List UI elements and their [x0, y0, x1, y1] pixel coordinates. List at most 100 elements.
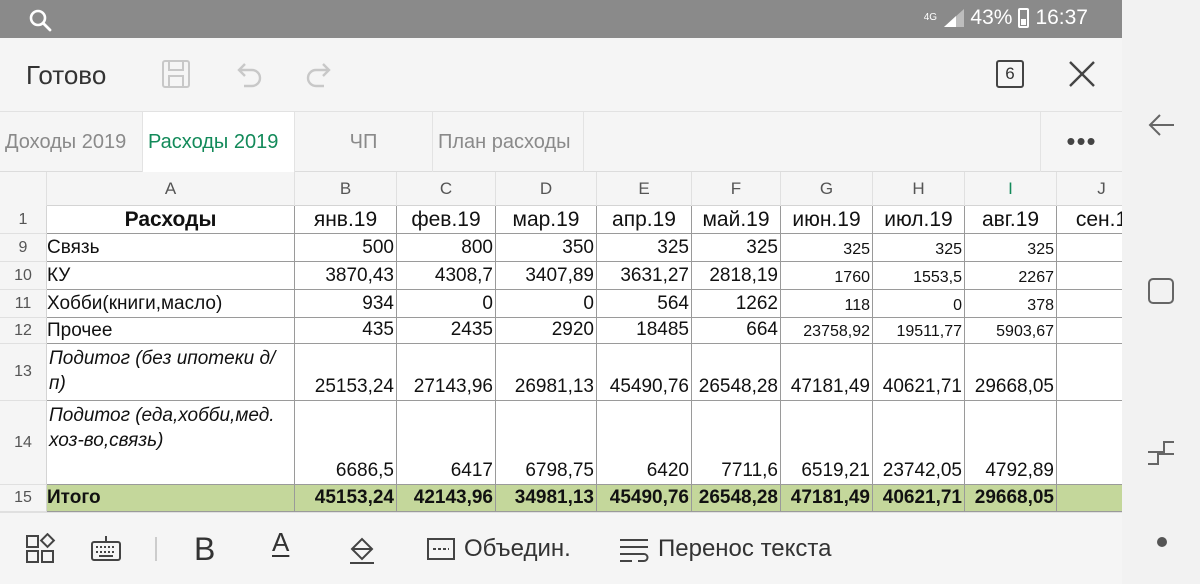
- value-cell[interactable]: [1057, 262, 1122, 290]
- home-icon[interactable]: [1146, 276, 1176, 306]
- value-cell[interactable]: [1057, 234, 1122, 262]
- value-cell[interactable]: 45490,76: [597, 485, 692, 512]
- column-header-j[interactable]: J: [1057, 172, 1122, 206]
- row-header[interactable]: 12: [0, 318, 47, 344]
- row-label-cell[interactable]: Прочее: [47, 318, 295, 344]
- merge-cells-button[interactable]: Объедин.: [426, 531, 571, 567]
- value-cell[interactable]: [1057, 344, 1122, 401]
- value-cell[interactable]: 45490,76: [597, 344, 692, 401]
- value-cell[interactable]: 6519,21: [781, 401, 873, 485]
- row-label-cell[interactable]: КУ: [47, 262, 295, 290]
- value-cell[interactable]: 6686,5: [295, 401, 397, 485]
- value-cell[interactable]: 45153,24: [295, 485, 397, 512]
- value-cell[interactable]: 5903,67: [965, 318, 1057, 344]
- redo-icon[interactable]: [304, 58, 336, 90]
- value-cell[interactable]: 325: [781, 234, 873, 262]
- tab-plan-expenses[interactable]: План расходы: [433, 112, 584, 172]
- month-header-cell[interactable]: янв.19: [295, 206, 397, 234]
- value-cell[interactable]: 19511,77: [873, 318, 965, 344]
- save-icon[interactable]: [160, 58, 192, 90]
- month-header-cell[interactable]: июн.19: [781, 206, 873, 234]
- close-icon[interactable]: [1066, 58, 1098, 90]
- tab-chp[interactable]: ЧП: [295, 112, 433, 172]
- row-header[interactable]: 13: [0, 344, 47, 401]
- done-button[interactable]: Готово: [26, 60, 106, 91]
- month-header-cell[interactable]: апр.19: [597, 206, 692, 234]
- value-cell[interactable]: 4308,7: [397, 262, 496, 290]
- value-cell[interactable]: 29668,05: [965, 485, 1057, 512]
- value-cell[interactable]: [1057, 290, 1122, 318]
- row-header[interactable]: 14: [0, 401, 47, 485]
- value-cell[interactable]: 42143,96: [397, 485, 496, 512]
- column-header-i[interactable]: I: [965, 172, 1057, 206]
- value-cell[interactable]: 23742,05: [873, 401, 965, 485]
- value-cell[interactable]: 3870,43: [295, 262, 397, 290]
- row-header[interactable]: 9: [0, 234, 47, 262]
- sheet-count-button[interactable]: 6: [996, 60, 1024, 88]
- value-cell[interactable]: 7711,6: [692, 401, 781, 485]
- month-header-cell[interactable]: авг.19: [965, 206, 1057, 234]
- value-cell[interactable]: 3407,89: [496, 262, 597, 290]
- value-cell[interactable]: 0: [397, 290, 496, 318]
- value-cell[interactable]: 40621,71: [873, 344, 965, 401]
- value-cell[interactable]: 325: [965, 234, 1057, 262]
- month-header-cell[interactable]: июл.19: [873, 206, 965, 234]
- value-cell[interactable]: 1760: [781, 262, 873, 290]
- value-cell[interactable]: 118: [781, 290, 873, 318]
- recents-icon[interactable]: [1146, 438, 1176, 468]
- cell-style-button[interactable]: [24, 531, 56, 567]
- row-header[interactable]: 11: [0, 290, 47, 318]
- value-cell[interactable]: 29668,05: [965, 344, 1057, 401]
- more-options-button[interactable]: •••: [1040, 112, 1122, 172]
- value-cell[interactable]: 0: [496, 290, 597, 318]
- value-cell[interactable]: 27143,96: [397, 344, 496, 401]
- fill-color-button[interactable]: [346, 531, 378, 567]
- month-header-cell[interactable]: сен.1: [1057, 206, 1122, 234]
- corner-cell[interactable]: [0, 172, 47, 206]
- value-cell[interactable]: 4792,89: [965, 401, 1057, 485]
- row-label-cell[interactable]: Подитог (без ипотеки д/п): [47, 344, 295, 401]
- row-label-cell[interactable]: Расходы: [47, 206, 295, 234]
- value-cell[interactable]: 1553,5: [873, 262, 965, 290]
- tab-income-2019[interactable]: Доходы 2019: [0, 112, 143, 172]
- value-cell[interactable]: 800: [397, 234, 496, 262]
- row-label-cell[interactable]: Связь: [47, 234, 295, 262]
- value-cell[interactable]: 40621,71: [873, 485, 965, 512]
- tab-expenses-2019[interactable]: Расходы 2019: [143, 112, 295, 172]
- value-cell[interactable]: 350: [496, 234, 597, 262]
- value-cell[interactable]: 47181,49: [781, 485, 873, 512]
- value-cell[interactable]: [1057, 318, 1122, 344]
- navbar-dot-icon[interactable]: [1156, 536, 1168, 548]
- column-header-f[interactable]: F: [692, 172, 781, 206]
- value-cell[interactable]: [1057, 401, 1122, 485]
- month-header-cell[interactable]: май.19: [692, 206, 781, 234]
- row-label-cell[interactable]: Итого: [47, 485, 295, 512]
- column-header-a[interactable]: A: [47, 172, 295, 206]
- value-cell[interactable]: 564: [597, 290, 692, 318]
- value-cell[interactable]: 6798,75: [496, 401, 597, 485]
- month-header-cell[interactable]: мар.19: [496, 206, 597, 234]
- value-cell[interactable]: 2818,19: [692, 262, 781, 290]
- spreadsheet-grid[interactable]: A B C D E F G H I J 1 Расходы янв.19 фев.19…: [0, 172, 1122, 512]
- value-cell[interactable]: 34981,13: [496, 485, 597, 512]
- value-cell[interactable]: 378: [965, 290, 1057, 318]
- value-cell[interactable]: 435: [295, 318, 397, 344]
- bold-button[interactable]: B: [194, 531, 215, 567]
- column-header-d[interactable]: D: [496, 172, 597, 206]
- value-cell[interactable]: 2267: [965, 262, 1057, 290]
- value-cell[interactable]: 2920: [496, 318, 597, 344]
- value-cell[interactable]: 325: [873, 234, 965, 262]
- row-label-cell[interactable]: Хобби(книги,масло): [47, 290, 295, 318]
- month-header-cell[interactable]: фев.19: [397, 206, 496, 234]
- search-icon[interactable]: [28, 8, 52, 32]
- back-icon[interactable]: [1146, 110, 1176, 140]
- keyboard-button[interactable]: [90, 531, 122, 567]
- font-color-button[interactable]: A: [272, 527, 289, 563]
- value-cell[interactable]: 3631,27: [597, 262, 692, 290]
- row-header[interactable]: 10: [0, 262, 47, 290]
- value-cell[interactable]: 26981,13: [496, 344, 597, 401]
- value-cell[interactable]: 26548,28: [692, 344, 781, 401]
- value-cell[interactable]: 47181,49: [781, 344, 873, 401]
- row-header[interactable]: 15: [0, 485, 47, 512]
- value-cell[interactable]: 23758,92: [781, 318, 873, 344]
